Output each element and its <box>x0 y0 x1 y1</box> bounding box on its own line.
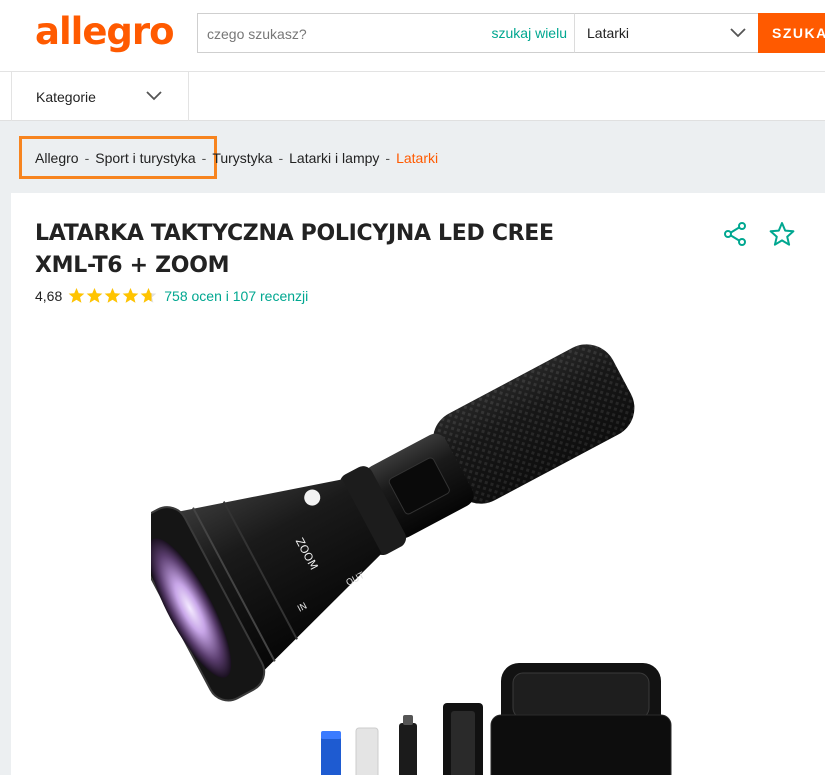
chevron-down-icon <box>730 28 746 38</box>
product-image[interactable]: ZOOM OUT IN <box>151 303 691 775</box>
chevron-down-icon <box>146 91 162 101</box>
top-header: allegro szukaj wielu Latarki SZUKAJ <box>0 0 825 72</box>
rating-stars <box>68 287 158 304</box>
star-icon <box>104 288 121 303</box>
breadcrumb-separator: - <box>278 150 284 166</box>
product-card: LATARKA TAKTYCZNA POLICYJNA LED CREE XML… <box>11 193 825 775</box>
breadcrumb-separator: - <box>385 150 391 166</box>
breadcrumb-item-allegro[interactable]: Allegro <box>35 150 79 166</box>
breadcrumb-current[interactable]: Latarki <box>396 150 438 166</box>
categories-label: Kategorie <box>36 89 96 105</box>
categories-dropdown[interactable]: Kategorie <box>11 72 189 121</box>
breadcrumb-item-sport[interactable]: Sport i turystyka <box>95 150 195 166</box>
star-outline-icon[interactable] <box>769 221 795 247</box>
star-icon <box>140 288 157 303</box>
sub-navigation: Kategorie <box>0 72 825 121</box>
star-icon <box>86 288 103 303</box>
star-icon <box>68 288 85 303</box>
breadcrumb-separator: - <box>201 150 207 166</box>
rating-value: 4,68 <box>35 287 63 304</box>
search-box: szukaj wielu <box>197 13 577 53</box>
search-many-link[interactable]: szukaj wielu <box>492 25 567 41</box>
allegro-logo[interactable]: allegro <box>35 10 175 53</box>
search-input[interactable] <box>207 23 477 45</box>
search-button[interactable]: SZUKAJ <box>758 13 825 53</box>
category-select[interactable]: Latarki <box>574 13 760 53</box>
product-title: LATARKA TAKTYCZNA POLICYJNA LED CREE XML… <box>35 221 554 278</box>
product-rating: 4,68 758 ocen i 107 recenzji <box>35 287 308 304</box>
breadcrumb-item-turystyka[interactable]: Turystyka <box>212 150 272 166</box>
breadcrumb-separator: - <box>84 150 90 166</box>
category-select-value: Latarki <box>587 25 630 41</box>
breadcrumb-item-latarki-i-lampy[interactable]: Latarki i lampy <box>289 150 379 166</box>
star-icon <box>122 288 139 303</box>
reviews-link[interactable]: 758 ocen i 107 recenzji <box>164 288 308 304</box>
breadcrumb: Allegro - Sport i turystyka - Turystyka - Lata… <box>35 150 438 166</box>
share-icon[interactable] <box>722 221 748 247</box>
